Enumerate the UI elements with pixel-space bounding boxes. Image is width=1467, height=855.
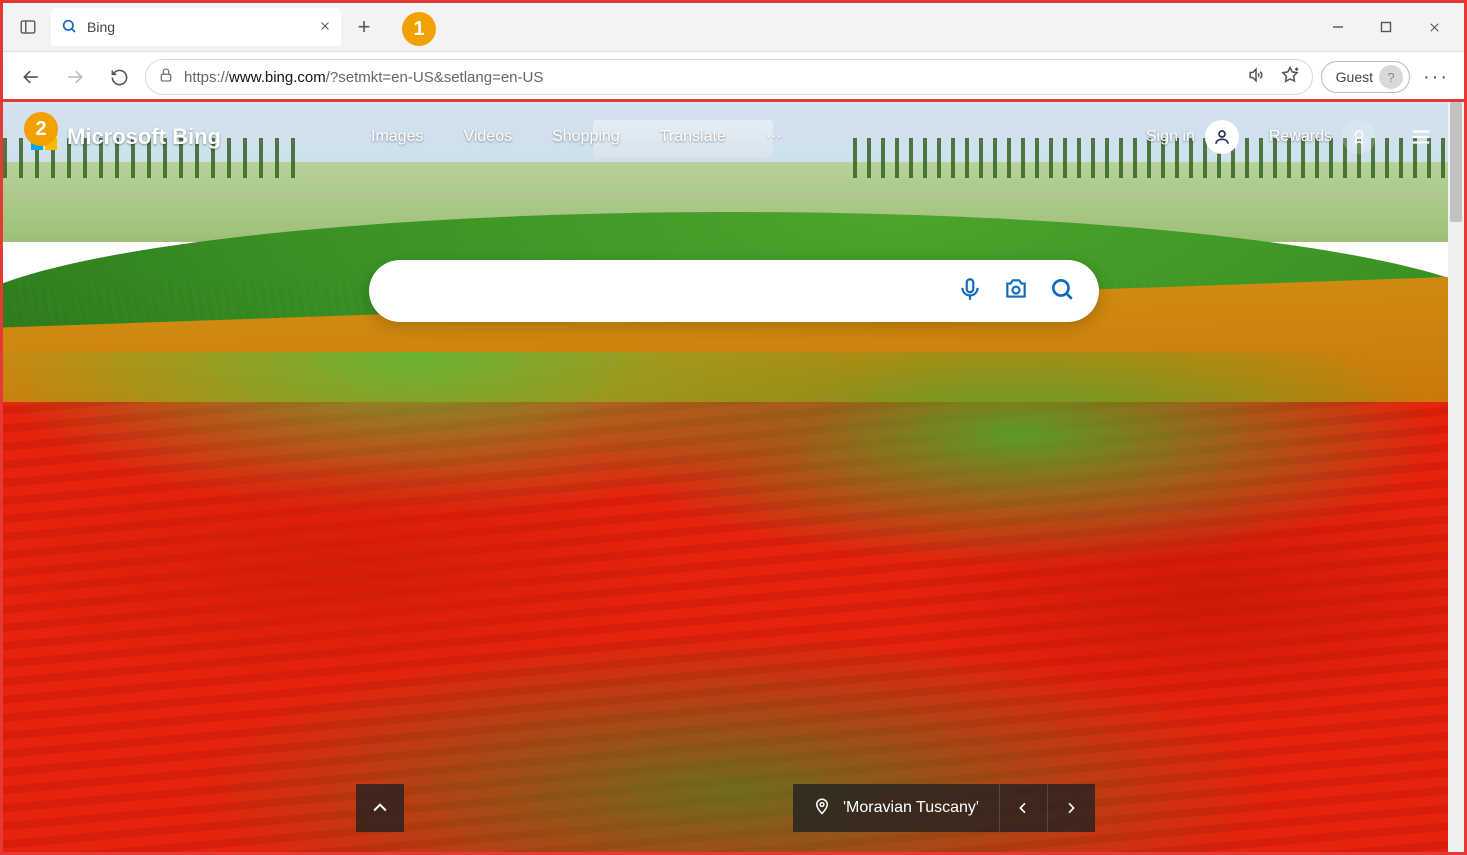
forward-button[interactable] <box>57 59 93 95</box>
window-close-button[interactable] <box>1410 3 1458 51</box>
profile-button[interactable]: Guest ? <box>1321 61 1410 93</box>
rewards-medal-icon <box>1342 120 1376 154</box>
user-icon <box>1205 120 1239 154</box>
hamburger-menu-icon[interactable] <box>1406 122 1436 152</box>
window-minimize-button[interactable] <box>1314 3 1362 51</box>
tab-actions-button[interactable] <box>9 8 47 46</box>
voice-search-icon[interactable] <box>957 276 983 307</box>
image-caption[interactable]: 'Moravian Tuscany' <box>793 797 999 820</box>
image-search-icon[interactable] <box>1003 276 1029 307</box>
browser-toolbar: https://www.bing.com/?setmkt=en-US&setla… <box>3 51 1464 102</box>
search-submit-icon[interactable] <box>1049 276 1075 307</box>
url-scheme: https:// <box>184 69 229 86</box>
search-input[interactable] <box>393 281 957 302</box>
image-caption-bar: 'Moravian Tuscany' <box>793 784 1095 832</box>
bing-nav: Images Videos Shopping Translate ··· <box>371 128 782 146</box>
nav-images[interactable]: Images <box>371 128 423 146</box>
nav-more-icon[interactable]: ··· <box>766 128 782 146</box>
signin-button[interactable]: Sign in <box>1146 120 1239 154</box>
expand-up-button[interactable] <box>356 784 404 832</box>
favorites-icon[interactable] <box>1280 65 1300 90</box>
location-pin-icon <box>813 797 831 820</box>
url-host: www.bing.com <box>229 69 326 86</box>
nav-shopping[interactable]: Shopping <box>552 128 620 146</box>
url-text: https://www.bing.com/?setmkt=en-US&setla… <box>184 69 543 86</box>
browser-menu-button[interactable]: ··· <box>1418 59 1454 95</box>
browser-tab[interactable]: Bing <box>51 8 341 46</box>
vertical-scrollbar[interactable] <box>1448 102 1464 852</box>
bing-logo[interactable]: Microsoft Bing <box>31 124 221 150</box>
profile-label: Guest <box>1336 69 1373 85</box>
back-button[interactable] <box>13 59 49 95</box>
annotation-marker-2: 2 <box>24 112 58 146</box>
refresh-button[interactable] <box>101 59 137 95</box>
bing-header: Microsoft Bing Images Videos Shopping Tr… <box>3 102 1464 172</box>
read-aloud-icon[interactable] <box>1246 65 1266 90</box>
prev-image-button[interactable] <box>999 784 1047 832</box>
window-maximize-button[interactable] <box>1362 3 1410 51</box>
url-path: /?setmkt=en-US&setlang=en-US <box>326 69 544 86</box>
tab-strip: Bing + <box>3 3 1464 51</box>
new-tab-button[interactable]: + <box>347 10 381 44</box>
site-lock-icon[interactable] <box>158 67 174 88</box>
tab-title: Bing <box>87 19 309 35</box>
bing-logo-text: Microsoft Bing <box>67 124 221 150</box>
browser-chrome: Bing + https://www.bing.com/?setmkt= <box>3 3 1464 102</box>
annotation-marker-1: 1 <box>402 12 436 46</box>
bing-favicon-icon <box>61 18 77 37</box>
address-bar[interactable]: https://www.bing.com/?setmkt=en-US&setla… <box>145 59 1313 95</box>
nav-videos[interactable]: Videos <box>463 128 512 146</box>
profile-avatar-icon: ? <box>1379 65 1403 89</box>
window-controls <box>1314 3 1458 51</box>
rewards-button[interactable]: Rewards <box>1269 120 1376 154</box>
nav-translate[interactable]: Translate <box>660 128 726 146</box>
scrollbar-thumb[interactable] <box>1450 102 1462 222</box>
page-viewport: Microsoft Bing Images Videos Shopping Tr… <box>3 102 1464 852</box>
search-box <box>369 260 1099 322</box>
signin-label: Sign in <box>1146 128 1195 146</box>
next-image-button[interactable] <box>1047 784 1095 832</box>
rewards-label: Rewards <box>1269 128 1332 146</box>
caption-text: 'Moravian Tuscany' <box>843 799 979 817</box>
tab-close-icon[interactable] <box>319 19 331 35</box>
background-image <box>3 102 1464 852</box>
